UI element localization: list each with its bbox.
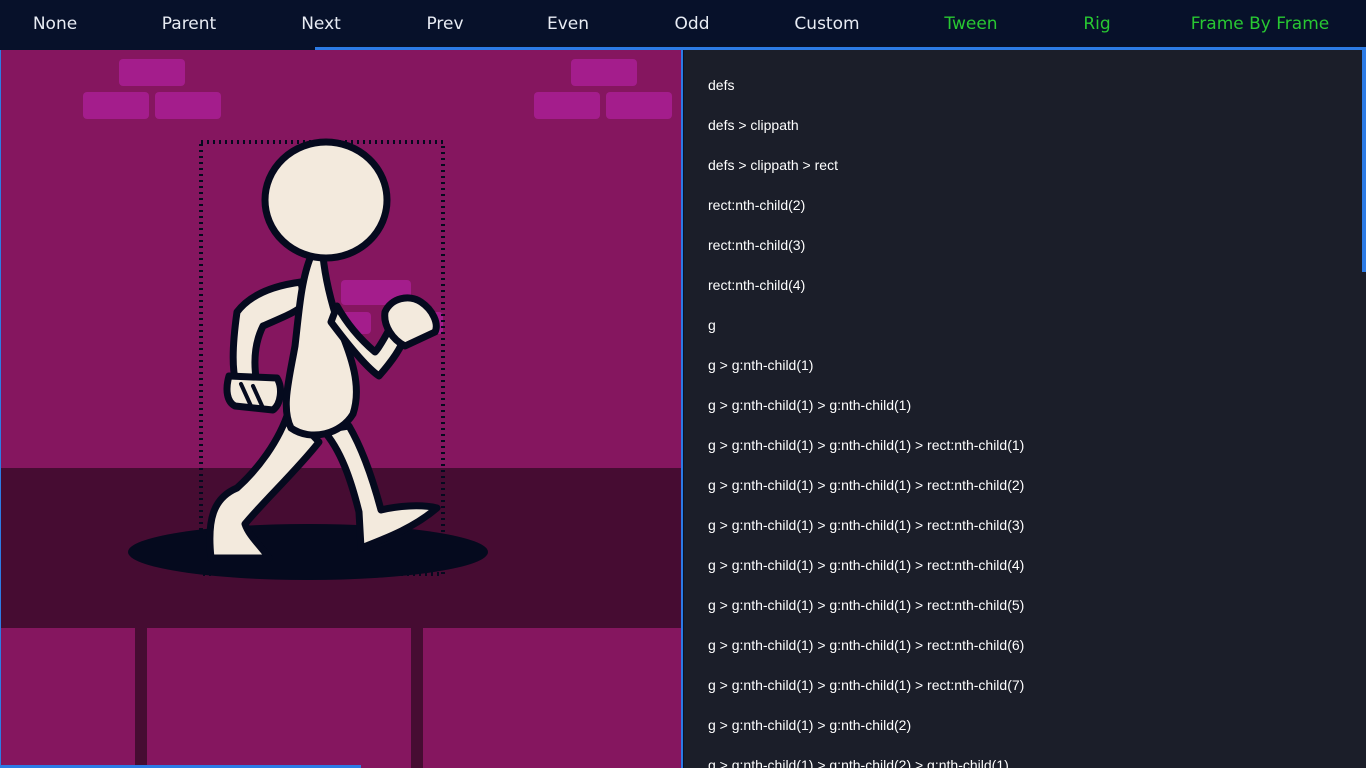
list-item[interactable]: g > g:nth-child(1) > g:nth-child(1) > re… [684,545,1366,585]
character-shadow [128,524,488,580]
list-item[interactable]: rect:nth-child(4) [684,265,1366,305]
head [261,138,391,262]
selector-list: defs defs > clippath defs > clippath > r… [684,50,1366,768]
tab-parent[interactable]: Parent [162,0,216,48]
wall-block [1,628,135,768]
tab-custom[interactable]: Custom [794,0,859,48]
front-hand [381,294,440,350]
list-item[interactable]: defs [684,65,1366,105]
top-nav: None Parent Next Prev Even Odd Custom Tw… [0,0,1366,50]
tab-rig[interactable]: Rig [1083,0,1110,48]
brick [119,59,185,86]
tab-odd[interactable]: Odd [675,0,710,48]
animation-stage[interactable] [0,50,683,768]
list-item[interactable]: g > g:nth-child(1) > g:nth-child(2) [684,705,1366,745]
tab-none[interactable]: None [33,0,77,48]
list-item[interactable]: g > g:nth-child(1) > g:nth-child(1) [684,385,1366,425]
brick [606,92,672,119]
wall-block [423,628,681,768]
tab-prev[interactable]: Prev [426,0,463,48]
tab-frame-by-frame[interactable]: Frame By Frame [1191,0,1329,48]
list-item[interactable]: g [684,305,1366,345]
list-item[interactable]: g > g:nth-child(1) > g:nth-child(1) > re… [684,465,1366,505]
list-item[interactable]: g > g:nth-child(1) > g:nth-child(1) > re… [684,625,1366,665]
list-item[interactable]: g > g:nth-child(1) [684,345,1366,385]
selector-panel: defs defs > clippath defs > clippath > r… [684,50,1366,768]
list-item[interactable]: rect:nth-child(2) [684,185,1366,225]
list-item[interactable]: rect:nth-child(3) [684,225,1366,265]
brick [534,92,600,119]
list-item[interactable]: defs > clippath [684,105,1366,145]
list-item[interactable]: g > g:nth-child(1) > g:nth-child(2) > g:… [684,745,1366,768]
brick [83,92,149,119]
list-item[interactable]: g > g:nth-child(1) > g:nth-child(1) > re… [684,585,1366,625]
tab-tween[interactable]: Tween [944,0,997,48]
tab-even[interactable]: Even [547,0,589,48]
brick [571,59,637,86]
tab-next[interactable]: Next [301,0,341,48]
scrollbar[interactable] [1362,50,1366,272]
scene-svg[interactable] [1,50,681,768]
back-hand [223,372,284,414]
list-item[interactable]: g > g:nth-child(1) > g:nth-child(1) > re… [684,425,1366,465]
wall-block [147,628,411,768]
brick [155,92,221,119]
list-item[interactable]: g > g:nth-child(1) > g:nth-child(1) > re… [684,505,1366,545]
list-item[interactable]: g > g:nth-child(1) > g:nth-child(1) > re… [684,665,1366,705]
list-item[interactable]: defs > clippath > rect [684,145,1366,185]
